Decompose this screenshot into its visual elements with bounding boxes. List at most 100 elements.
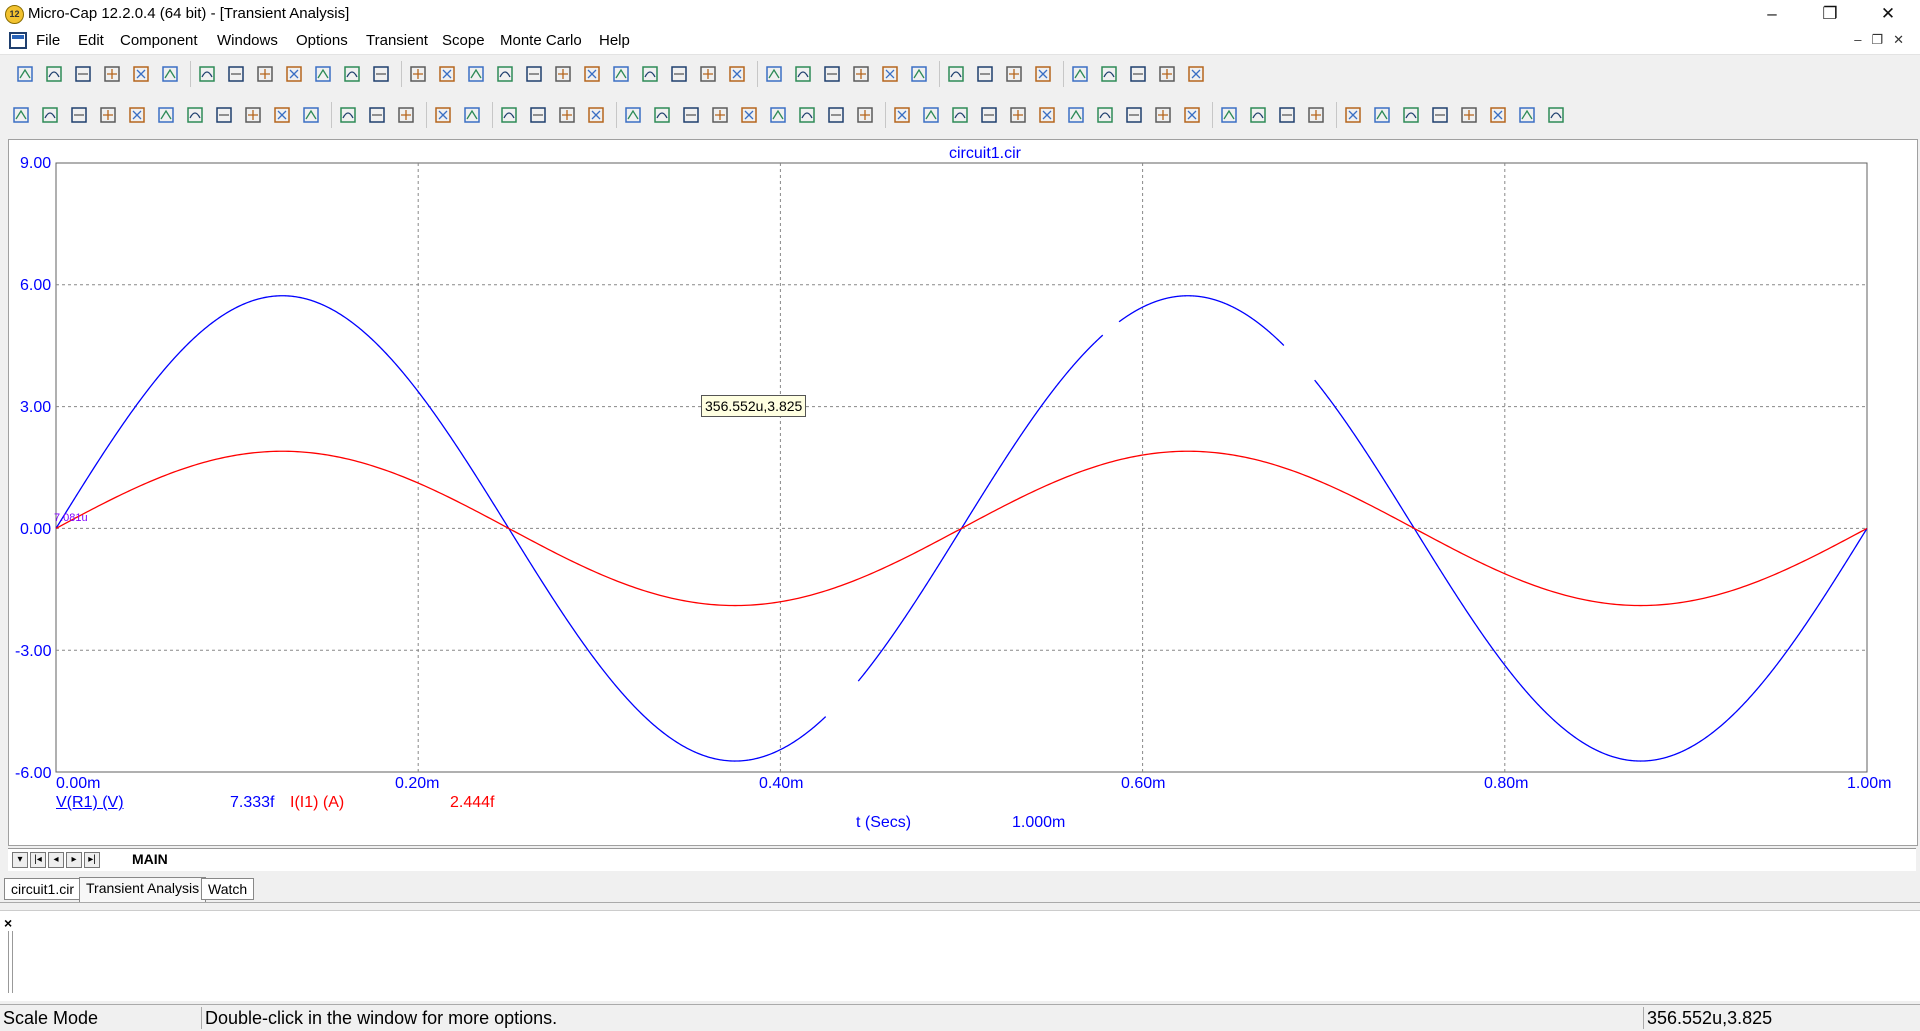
pointer-icon[interactable] — [10, 104, 32, 126]
global-high-icon[interactable] — [1036, 104, 1058, 126]
menu-options[interactable]: Options — [296, 32, 348, 49]
menu-scope[interactable]: Scope — [442, 32, 485, 49]
open-icon[interactable] — [43, 63, 65, 85]
new-window-icon[interactable] — [945, 63, 967, 85]
close-icon[interactable]: × — [4, 915, 12, 931]
undo-icon[interactable] — [196, 63, 218, 85]
separate-plots-icon[interactable] — [680, 104, 702, 126]
print-preview-icon[interactable] — [130, 63, 152, 85]
copy-icon[interactable] — [283, 63, 305, 85]
text-icon[interactable] — [271, 104, 293, 126]
zoom-fit-icon[interactable] — [1400, 104, 1422, 126]
maximize-icon[interactable] — [879, 63, 901, 85]
tab-watch[interactable]: Watch — [201, 878, 255, 900]
cursor-mode-icon[interactable] — [126, 104, 148, 126]
battery-icon[interactable] — [552, 63, 574, 85]
minimize-button[interactable]: – — [1744, 0, 1800, 28]
menu-windows[interactable]: Windows — [217, 32, 278, 49]
low-icon[interactable] — [978, 104, 1000, 126]
paste-plot-icon[interactable] — [1545, 104, 1567, 126]
stop-icon[interactable] — [366, 104, 388, 126]
legend-icon[interactable] — [1218, 104, 1240, 126]
tile-vertical-icon[interactable] — [792, 63, 814, 85]
inductor-icon[interactable] — [494, 63, 516, 85]
scroll-menu-icon[interactable]: ▾ — [12, 852, 28, 868]
style-icon[interactable] — [1487, 104, 1509, 126]
slope-icon[interactable] — [1094, 104, 1116, 126]
calculator-icon[interactable] — [908, 63, 930, 85]
source-icon[interactable] — [639, 63, 661, 85]
plot-window[interactable]: circuit1.cir 9.00 6.00 3.00 0.00 -3.00 -… — [8, 139, 1918, 846]
tab-transient-analysis[interactable]: Transient Analysis — [79, 877, 207, 902]
properties-icon[interactable] — [300, 104, 322, 126]
remove-curve-icon[interactable] — [461, 104, 483, 126]
vertical-axis-icon[interactable] — [651, 104, 673, 126]
grid-icon[interactable] — [709, 104, 731, 126]
high-icon[interactable] — [949, 104, 971, 126]
previous-icon[interactable] — [1152, 104, 1174, 126]
new-file-icon[interactable] — [14, 63, 36, 85]
horizontal-tag-icon[interactable] — [184, 104, 206, 126]
tokens-icon[interactable] — [527, 104, 549, 126]
zoom-out-icon[interactable] — [738, 104, 760, 126]
run-icon[interactable] — [337, 104, 359, 126]
pause-icon[interactable] — [395, 104, 417, 126]
junction-icon[interactable] — [697, 63, 719, 85]
next-icon[interactable] — [1123, 104, 1145, 126]
inflection-icon[interactable] — [1007, 104, 1029, 126]
zoom-minus-icon[interactable] — [1371, 104, 1393, 126]
globe-icon[interactable] — [1003, 63, 1025, 85]
restore-button[interactable]: ❐ — [1802, 0, 1858, 28]
print-icon[interactable] — [159, 63, 181, 85]
model-icon[interactable] — [1069, 63, 1091, 85]
paste-icon[interactable] — [312, 63, 334, 85]
mdi-window-controls[interactable]: –❐✕ — [1854, 32, 1914, 48]
probe-icon[interactable] — [726, 63, 748, 85]
pan-icon[interactable] — [39, 104, 61, 126]
next-sheet-icon[interactable]: ▸ — [66, 852, 82, 868]
menu-edit[interactable]: Edit — [78, 32, 104, 49]
prev-sheet-icon[interactable]: ◂ — [48, 852, 64, 868]
horizontal-axis-icon[interactable] — [622, 104, 644, 126]
shape-editor-icon[interactable] — [1098, 63, 1120, 85]
select-all-icon[interactable] — [370, 63, 392, 85]
zoom-window-icon[interactable] — [796, 104, 818, 126]
switch-icon[interactable] — [668, 63, 690, 85]
tab-circuit[interactable]: circuit1.cir — [4, 878, 82, 900]
menu-transient[interactable]: Transient — [366, 32, 428, 49]
transient-plot[interactable] — [9, 140, 1915, 843]
legend-v-name[interactable]: V(R1) (V) — [56, 794, 124, 812]
component-editor-icon[interactable] — [974, 63, 996, 85]
watch-scrollbar[interactable] — [8, 931, 13, 993]
global-low-icon[interactable] — [1065, 104, 1087, 126]
font-icon[interactable] — [1458, 104, 1480, 126]
delete-icon[interactable] — [341, 63, 363, 85]
clipboard-icon[interactable] — [1181, 104, 1203, 126]
zoom-full-icon[interactable] — [825, 104, 847, 126]
save-all-icon[interactable] — [101, 63, 123, 85]
resistor-icon[interactable] — [436, 63, 458, 85]
bookmark-icon[interactable] — [1247, 104, 1269, 126]
data-points-icon[interactable] — [498, 104, 520, 126]
netlist-icon[interactable] — [1032, 63, 1054, 85]
animate-icon[interactable] — [854, 104, 876, 126]
check-icon[interactable] — [1185, 63, 1207, 85]
tile-horizontal-icon[interactable] — [821, 63, 843, 85]
plus-mode-icon[interactable] — [585, 104, 607, 126]
zoom-mode-icon[interactable] — [68, 104, 90, 126]
redo-icon[interactable] — [225, 63, 247, 85]
series-v-r1-line[interactable] — [857, 334, 1104, 682]
menu-component[interactable]: Component — [120, 32, 198, 49]
add-curve-icon[interactable] — [432, 104, 454, 126]
close-button[interactable]: ✕ — [1860, 0, 1916, 28]
performance-tag-icon[interactable] — [242, 104, 264, 126]
package-icon[interactable] — [1127, 63, 1149, 85]
zoom-plus-icon[interactable] — [1342, 104, 1364, 126]
legend-i-name[interactable]: I(I1) (A) — [290, 794, 344, 812]
menu-monte-carlo[interactable]: Monte Carlo — [500, 32, 582, 49]
ground-icon[interactable] — [407, 63, 429, 85]
menu-help[interactable]: Help — [599, 32, 630, 49]
copy-plot-icon[interactable] — [1516, 104, 1538, 126]
vertical-tag-icon[interactable] — [213, 104, 235, 126]
save-icon[interactable] — [72, 63, 94, 85]
